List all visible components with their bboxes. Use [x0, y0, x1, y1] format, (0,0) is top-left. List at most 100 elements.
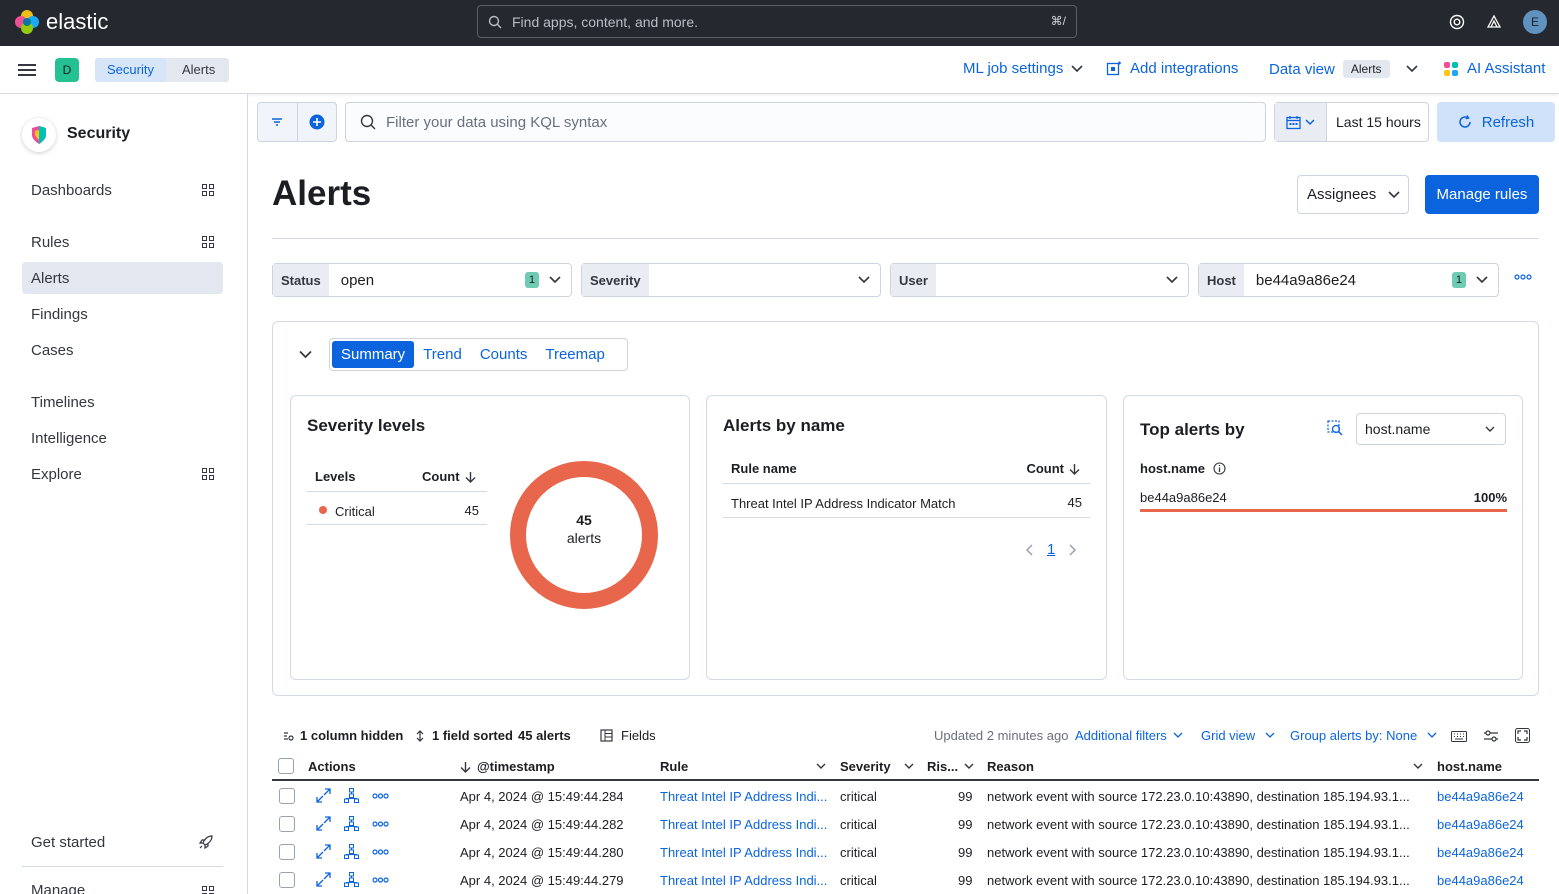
page-number[interactable]: 1 [1047, 541, 1055, 558]
cell-host-link[interactable]: be44a9a86e24 [1437, 873, 1524, 888]
chevron-down-icon[interactable] [964, 763, 974, 770]
cell-host-link[interactable]: be44a9a86e24 [1437, 817, 1524, 832]
table-row[interactable]: Apr 4, 2024 @ 15:49:44.282 Threat Intel … [272, 810, 1539, 838]
query-menu-button[interactable] [258, 103, 298, 141]
rule-name-column-header[interactable]: Rule name [731, 461, 797, 476]
keyboard-icon[interactable] [1451, 731, 1467, 742]
levels-column-header[interactable]: Levels [315, 469, 355, 484]
chevron-down-icon[interactable] [816, 763, 826, 770]
host-filter[interactable]: Host be44a9a86e24 1 [1198, 263, 1499, 297]
sidebar-item-explore[interactable]: Explore [22, 458, 223, 490]
group-alerts-button[interactable]: Group alerts by: None [1290, 728, 1437, 743]
row-checkbox[interactable] [279, 844, 295, 860]
columns-hidden-button[interactable]: 1 column hidden [282, 728, 403, 743]
sidebar-item-manage[interactable]: Manage [22, 876, 223, 894]
display-settings-icon[interactable] [1483, 730, 1499, 742]
sidebar-item-alerts[interactable]: Alerts [22, 262, 223, 294]
sidebar-item-cases[interactable]: Cases [22, 334, 223, 366]
fullscreen-icon[interactable] [1515, 728, 1530, 743]
cell-rule-link[interactable]: Threat Intel IP Address Indi... [660, 873, 827, 888]
quick-menu-button[interactable] [1275, 103, 1327, 141]
additional-filters-button[interactable]: Additional filters [1075, 728, 1183, 743]
user-filter[interactable]: User [890, 263, 1189, 297]
more-actions-icon[interactable] [372, 820, 389, 827]
expand-icon[interactable] [316, 816, 331, 831]
more-actions-icon[interactable] [372, 792, 389, 799]
more-filters-icon[interactable] [1514, 274, 1532, 280]
sidebar-item-intelligence[interactable]: Intelligence [22, 422, 223, 454]
alerts-by-name-row[interactable]: Threat Intel IP Address Indicator Match … [723, 485, 1090, 518]
assignees-filter-button[interactable]: Assignees [1297, 175, 1409, 214]
chevron-right-icon[interactable] [1069, 543, 1077, 556]
row-checkbox[interactable] [279, 788, 295, 804]
table-row[interactable]: Apr 4, 2024 @ 15:49:44.284 Threat Intel … [272, 782, 1539, 810]
refresh-button[interactable]: Refresh [1437, 102, 1555, 142]
row-checkbox[interactable] [279, 872, 295, 888]
cell-host-link[interactable]: be44a9a86e24 [1437, 789, 1524, 804]
column-header-host[interactable]: host.name [1437, 759, 1502, 774]
newsfeed-icon[interactable] [1485, 13, 1503, 31]
analyze-graph-icon[interactable] [344, 816, 359, 831]
cell-rule-link[interactable]: Threat Intel IP Address Indi... [660, 789, 827, 804]
menu-icon[interactable] [18, 62, 36, 78]
app-grid-icon[interactable] [202, 886, 214, 894]
expand-icon[interactable] [316, 788, 331, 803]
help-icon[interactable] [1449, 14, 1465, 30]
cell-rule-link[interactable]: Threat Intel IP Address Indi... [660, 817, 827, 832]
tab-trend[interactable]: Trend [414, 341, 471, 368]
row-checkbox[interactable] [279, 816, 295, 832]
global-search-input[interactable]: Find apps, content, and more. ⌘/ [477, 5, 1077, 38]
breadcrumb-security[interactable]: Security [95, 58, 174, 82]
add-integrations-button[interactable]: Add integrations [1106, 60, 1238, 77]
chevron-left-icon[interactable] [1025, 543, 1033, 556]
app-grid-icon[interactable] [202, 184, 214, 196]
analyze-graph-icon[interactable] [344, 788, 359, 803]
sidebar-item-rules[interactable]: Rules [22, 226, 223, 258]
app-grid-icon[interactable] [202, 236, 214, 248]
grid-view-button[interactable]: Grid view [1201, 728, 1275, 743]
inspect-icon[interactable] [1327, 420, 1343, 436]
ml-job-settings-button[interactable]: ML job settings [963, 60, 1083, 77]
chevron-down-icon[interactable] [1413, 763, 1423, 770]
top-alert-row[interactable]: be44a9a86e24 100% [1140, 490, 1507, 512]
kql-search-input[interactable]: Filter your data using KQL syntax [345, 102, 1266, 142]
column-header-reason[interactable]: Reason [987, 759, 1034, 774]
fields-button[interactable]: Fields [600, 728, 656, 743]
data-view-selector[interactable]: Data view Alerts [1269, 60, 1418, 78]
tab-counts[interactable]: Counts [471, 341, 537, 368]
chevron-down-icon[interactable] [299, 350, 312, 359]
tab-summary[interactable]: Summary [332, 341, 415, 368]
expand-icon[interactable] [316, 872, 331, 887]
analyze-graph-icon[interactable] [344, 872, 359, 887]
column-header-severity[interactable]: Severity [840, 759, 891, 774]
space-avatar[interactable]: D [55, 58, 79, 82]
date-picker[interactable]: Last 15 hours [1274, 102, 1429, 142]
top-alerts-field-select[interactable]: host.name [1356, 413, 1506, 445]
fields-sorted-button[interactable]: 1 field sorted [414, 728, 513, 743]
cell-rule-link[interactable]: Threat Intel IP Address Indi... [660, 845, 827, 860]
sidebar-item-findings[interactable]: Findings [22, 298, 223, 330]
add-filter-button[interactable] [298, 103, 337, 141]
app-grid-icon[interactable] [202, 468, 214, 480]
sidebar-item-timelines[interactable]: Timelines [22, 386, 223, 418]
severity-filter[interactable]: Severity [581, 263, 881, 297]
count-column-header[interactable]: Count [1026, 461, 1080, 476]
elastic-logo[interactable]: elastic [14, 9, 108, 35]
tab-treemap[interactable]: Treemap [536, 341, 613, 368]
column-header-rule[interactable]: Rule [660, 759, 688, 774]
user-avatar[interactable]: E [1523, 10, 1547, 34]
severity-row-critical[interactable]: Critical 45 [307, 493, 487, 525]
status-filter[interactable]: Status open 1 [272, 263, 572, 297]
column-header-risk[interactable]: Ris... [927, 759, 958, 774]
ai-assistant-button[interactable]: AI Assistant [1443, 60, 1545, 77]
column-header-timestamp[interactable]: @timestamp [460, 759, 555, 774]
select-all-checkbox[interactable] [278, 758, 294, 774]
sidebar-item-dashboards[interactable]: Dashboards [22, 174, 223, 206]
table-row[interactable]: Apr 4, 2024 @ 15:49:44.279 Threat Intel … [272, 866, 1539, 894]
count-column-header[interactable]: Count [422, 469, 476, 484]
manage-rules-button[interactable]: Manage rules [1425, 175, 1539, 214]
table-row[interactable]: Apr 4, 2024 @ 15:49:44.280 Threat Intel … [272, 838, 1539, 866]
info-icon[interactable] [1213, 462, 1226, 475]
more-actions-icon[interactable] [372, 848, 389, 855]
expand-icon[interactable] [316, 844, 331, 859]
